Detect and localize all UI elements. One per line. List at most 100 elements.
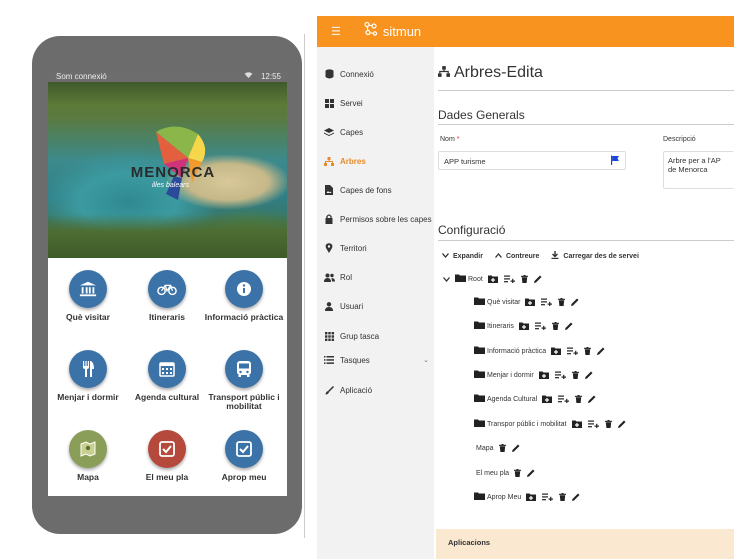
playlist-add-icon[interactable] (567, 347, 579, 355)
tree-node-label: Mapa (476, 444, 494, 452)
delete-icon[interactable] (559, 493, 567, 501)
edit-icon[interactable] (527, 469, 535, 477)
load-from-service-button[interactable]: Carregar des de servei (551, 251, 639, 261)
tile-el-meu-pla[interactable]: El meu pla (127, 430, 207, 482)
delete-icon[interactable] (571, 371, 579, 379)
tile-itineraris[interactable]: Itineraris (127, 270, 207, 322)
add-folder-icon[interactable] (571, 420, 582, 428)
delete-icon[interactable] (584, 347, 592, 355)
tile-transport[interactable]: Transport públic i mobilitat (204, 350, 284, 411)
tile-mapa[interactable]: Mapa (48, 430, 128, 482)
grid-icon (323, 98, 335, 108)
restaurant-icon (69, 350, 107, 388)
tile-agenda-cultural[interactable]: Agenda cultural (127, 350, 207, 402)
status-connection: Som connexió (56, 71, 107, 81)
sidebar-item-usuari[interactable]: Usuari (323, 301, 433, 311)
chevron-down-icon[interactable] (443, 276, 450, 282)
sidebar-item-territori[interactable]: Territori (323, 243, 433, 253)
chevron-down-icon[interactable]: ⌄ (423, 356, 429, 364)
edit-icon[interactable] (617, 420, 626, 428)
tile-label: Itineraris (149, 312, 185, 322)
sidebar-item-label: Aplicació (340, 385, 373, 395)
flag-icon[interactable] (610, 155, 620, 167)
pin-icon (323, 243, 335, 253)
tree-node-menjar-dormir[interactable]: Menjar i dormir (474, 369, 599, 381)
playlist-add-icon[interactable] (542, 493, 554, 501)
edit-icon[interactable] (597, 347, 605, 355)
logo-title: MENORCA (130, 164, 216, 181)
delete-icon[interactable] (604, 420, 612, 428)
delete-icon[interactable] (551, 322, 559, 330)
playlist-add-icon[interactable] (503, 275, 515, 283)
playlist-add-icon[interactable] (558, 395, 570, 403)
name-field[interactable]: APP turisme (438, 151, 626, 170)
edit-icon[interactable] (511, 444, 520, 452)
tree-node-mapa[interactable]: Mapa (476, 442, 526, 454)
add-folder-icon[interactable] (526, 493, 537, 501)
add-folder-icon[interactable] (551, 347, 562, 355)
tree-node-agenda-cultural[interactable]: Agenda Cultural (474, 393, 602, 405)
tree-node-label: Informació pràctica (487, 347, 547, 355)
delete-icon[interactable] (514, 469, 522, 477)
sidebar-item-capes[interactable]: Capes (323, 127, 433, 137)
delete-icon[interactable] (498, 444, 506, 452)
tree-node-itineraris[interactable]: Itineraris (474, 320, 579, 332)
sidebar-item-permisos[interactable]: Permisos sobre les capes (323, 214, 433, 224)
playlist-add-icon[interactable] (541, 298, 553, 306)
folder-icon (474, 419, 485, 429)
edit-icon[interactable] (584, 371, 593, 379)
tile-informacio-practica[interactable]: Informació pràctica (204, 270, 284, 322)
brand-name: sitmun (382, 24, 422, 39)
tree-node-root[interactable]: Root (443, 273, 548, 285)
tree-node-que-visitar[interactable]: Què visitar (474, 296, 585, 308)
collapse-button[interactable]: Contreure (494, 251, 539, 261)
phone-screen: Som connexió 12:55 MENORCA illes balears… (48, 70, 287, 496)
edit-icon[interactable] (588, 395, 596, 403)
description-field[interactable]: Arbre per a l'AP de Menorca (663, 151, 734, 189)
sidebar-item-servei[interactable]: Servei (323, 98, 433, 108)
add-folder-icon[interactable] (538, 371, 549, 379)
delete-icon[interactable] (575, 395, 583, 403)
tree-node-transport[interactable]: Transpor públic i mobilitat (474, 418, 632, 430)
tree-node-label: Root (468, 275, 483, 283)
tile-label: Menjar i dormir (57, 392, 119, 402)
tree-node-aprop-meu[interactable]: Aprop Meu (474, 491, 586, 503)
add-folder-icon[interactable] (525, 298, 536, 306)
bus-icon (225, 350, 263, 388)
sidebar-item-label: Capes de fons (340, 185, 392, 195)
playlist-add-icon[interactable] (534, 322, 546, 330)
edit-icon[interactable] (533, 275, 542, 283)
sidebar-item-aplicacio[interactable]: Aplicació (323, 385, 433, 395)
tree-node-el-meu-pla[interactable]: El meu pla (476, 467, 541, 479)
sidebar-item-rol[interactable]: Rol (323, 272, 433, 282)
sidebar-item-arbres[interactable]: Arbres (323, 156, 433, 166)
menu-icon[interactable]: ☰ (331, 25, 341, 38)
bicycle-icon (148, 270, 186, 308)
edit-icon[interactable] (564, 322, 573, 330)
expand-button[interactable]: Expandir (442, 251, 483, 261)
section-aplicacions[interactable]: Aplicacions (436, 529, 734, 559)
sidebar-item-grup-tasca[interactable]: Grup tasca (323, 331, 433, 341)
sidebar-item-label: Servei (340, 98, 363, 108)
add-folder-icon[interactable] (542, 395, 553, 403)
edit-icon[interactable] (572, 493, 580, 501)
home-tiles: Què visitar Itineraris Informació pràcti… (48, 258, 287, 496)
playlist-add-icon[interactable] (587, 420, 599, 428)
tile-label: Què visitar (66, 312, 110, 322)
delete-icon[interactable] (558, 298, 566, 306)
add-folder-icon[interactable] (518, 322, 529, 330)
tree-node-informacio-practica[interactable]: Informació pràctica (474, 345, 611, 357)
sidebar-item-capes-de-fons[interactable]: Capes de fons (323, 185, 433, 195)
sidebar-item-tasques[interactable]: Tasques ⌄ (323, 355, 433, 365)
divider (438, 124, 734, 125)
sidebar-item-connexio[interactable]: Connexió (323, 69, 433, 79)
add-folder-icon[interactable] (487, 275, 498, 283)
tile-que-visitar[interactable]: Què visitar (48, 270, 128, 322)
tile-menjar-dormir[interactable]: Menjar i dormir (48, 350, 128, 402)
playlist-add-icon[interactable] (554, 371, 566, 379)
brush-icon (323, 385, 335, 395)
delete-icon[interactable] (520, 275, 528, 283)
page-title-text: Arbres-Edita (454, 64, 543, 81)
tile-aprop-meu[interactable]: Aprop meu (204, 430, 284, 482)
edit-icon[interactable] (571, 298, 579, 306)
